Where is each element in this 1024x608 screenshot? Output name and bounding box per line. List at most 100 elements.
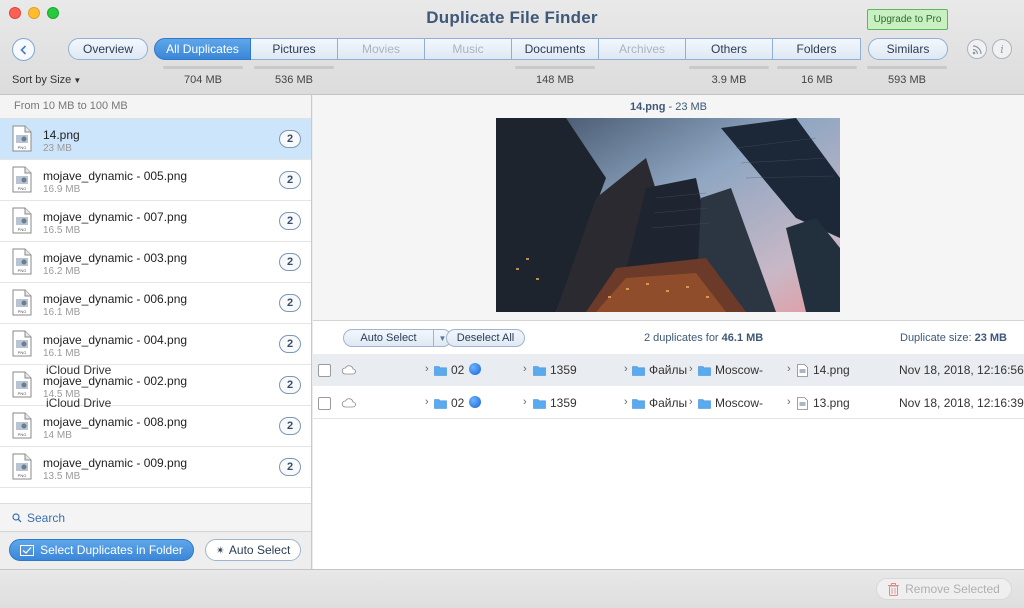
caret-down-icon: ▼ — [73, 76, 82, 85]
file-list-item[interactable]: PNG mojave_dynamic - 003.png 16.2 MB 2 — [0, 242, 311, 283]
png-file-icon: PNG — [12, 125, 32, 152]
size-label-folders: 16 MB — [801, 74, 833, 86]
file-name: mojave_dynamic - 003.png — [43, 251, 188, 265]
svg-text:PNG: PNG — [18, 186, 27, 191]
duplicate-file-list: PNG 14.png 23 MB 2 PNG mojave_dynamic - 005.p… — [0, 119, 311, 498]
svg-text:PNG: PNG — [18, 432, 27, 437]
file-name: mojave_dynamic - 008.png — [43, 415, 188, 429]
size-bar-others — [689, 66, 769, 69]
path-folder: 1359 — [550, 396, 577, 410]
tab-music[interactable]: Music — [425, 38, 512, 60]
size-bar-pictures — [254, 66, 334, 69]
back-button[interactable] — [12, 38, 35, 61]
modified-date: Nov 18, 2018, 12:16:39 — [899, 396, 1024, 410]
folder-icon — [533, 398, 546, 409]
duplicate-count-badge[interactable]: 2 — [279, 335, 301, 353]
rss-button[interactable] — [967, 39, 987, 59]
tab-others[interactable]: Others — [686, 38, 773, 60]
tab-similars[interactable]: Similars — [868, 38, 948, 60]
size-label-documents: 148 MB — [536, 74, 574, 86]
remove-selected-button[interactable]: Remove Selected — [876, 578, 1012, 600]
size-label-others: 3.9 MB — [711, 74, 747, 86]
tab-documents[interactable]: Documents — [512, 38, 599, 60]
sort-by-dropdown[interactable]: Sort by Size ▼ — [12, 74, 81, 86]
file-list-item[interactable]: PNG mojave_dynamic - 009.png 13.5 MB 2 — [0, 447, 311, 488]
file-size: 16.1 MB — [43, 307, 81, 318]
preview-image — [496, 118, 840, 312]
file-name: mojave_dynamic - 005.png — [43, 169, 188, 183]
auto-select-button-left[interactable]: ✴ Auto Select — [205, 539, 301, 561]
upgrade-button[interactable]: Upgrade to Pro — [867, 9, 948, 30]
path-separator-icon: › — [624, 396, 628, 408]
preview-area: 14.png - 23 MB — [313, 95, 1024, 321]
folder-icon — [698, 398, 711, 409]
tab-archives[interactable]: Archives — [599, 38, 686, 60]
path-separator-icon: › — [425, 363, 429, 375]
info-button[interactable]: i — [992, 39, 1012, 59]
png-file-icon: PNG — [12, 412, 32, 439]
duplicate-count-badge[interactable]: 2 — [279, 130, 301, 148]
detail-panel: 14.png - 23 MB Auto Select ▼ Deselect Al… — [46, 95, 1024, 569]
duplicate-count-badge[interactable]: 2 — [279, 171, 301, 189]
duplicate-count-badge[interactable]: 2 — [279, 294, 301, 312]
folder-select-icon — [20, 544, 35, 556]
file-list-item[interactable]: PNG mojave_dynamic - 008.png 14 MB 2 — [0, 406, 311, 447]
duplicate-actions-bar: Auto Select ▼ Deselect All 2 duplicates … — [313, 322, 1024, 354]
folder-icon — [533, 365, 546, 376]
modified-date: Nov 18, 2018, 12:16:56 — [899, 363, 1024, 377]
folder-icon — [632, 365, 645, 376]
file-list-item[interactable]: PNG mojave_dynamic - 007.png 16.5 MB 2 — [0, 201, 311, 242]
path-drive: iCloud Drive — [46, 363, 112, 377]
tab-overview[interactable]: Overview — [68, 38, 148, 60]
globe-badge-icon — [469, 363, 481, 375]
size-label-all-duplicates: 704 MB — [184, 74, 222, 86]
duplicate-size-label: Duplicate size: 23 MB — [900, 332, 1007, 344]
file-size: 16.2 MB — [43, 266, 81, 277]
file-list-item[interactable]: PNG 14.png 23 MB 2 — [0, 119, 311, 160]
tab-all-duplicates[interactable]: All Duplicates — [154, 38, 251, 60]
duplicate-count-badge[interactable]: 2 — [279, 376, 301, 394]
file-name: mojave_dynamic - 009.png — [43, 456, 188, 470]
duplicate-count-badge[interactable]: 2 — [279, 417, 301, 435]
tab-folders[interactable]: Folders — [773, 38, 861, 60]
path-separator-icon: › — [787, 396, 791, 408]
magic-wand-icon: ✴ — [215, 544, 225, 557]
size-bar-similars — [867, 66, 947, 69]
png-file-icon: PNG — [12, 371, 32, 398]
png-file-icon: PNG — [12, 330, 32, 357]
info-icon: i — [1000, 42, 1004, 56]
search-icon — [12, 512, 22, 522]
path-separator-icon: › — [787, 363, 791, 375]
select-duplicates-in-folder-button[interactable]: Select Duplicates in Folder — [9, 539, 194, 561]
path-file: 13.png — [813, 396, 850, 410]
path-folder: Moscow- — [715, 396, 764, 410]
tab-movies[interactable]: Movies — [338, 38, 425, 60]
file-name: mojave_dynamic - 006.png — [43, 292, 188, 306]
duplicate-checkbox[interactable] — [318, 364, 331, 377]
duplicate-checkbox[interactable] — [318, 397, 331, 410]
search-field[interactable]: Search — [0, 503, 311, 531]
svg-text:PNG: PNG — [18, 227, 27, 232]
file-list-panel: From 10 MB to 100 MB PNG 14.png 23 MB 2 PNG m… — [0, 95, 312, 569]
svg-text:PNG: PNG — [18, 268, 27, 273]
path-separator-icon: › — [689, 363, 693, 375]
auto-select-button[interactable]: Auto Select — [343, 329, 434, 347]
path-separator-icon: › — [624, 363, 628, 375]
file-list-item[interactable]: PNG mojave_dynamic - 006.png 16.1 MB 2 — [0, 283, 311, 324]
folder-icon — [632, 398, 645, 409]
tab-pictures[interactable]: Pictures — [251, 38, 338, 60]
size-range-label: From 10 MB to 100 MB — [0, 95, 311, 119]
deselect-all-button[interactable]: Deselect All — [446, 329, 525, 347]
file-list-item[interactable]: PNG mojave_dynamic - 004.png 16.1 MB 2 — [0, 324, 311, 365]
path-separator-icon: › — [689, 396, 693, 408]
svg-text:PNG: PNG — [18, 350, 27, 355]
duplicate-row[interactable]: iCloud Drive › 02 › 1359 › Файлы › Moscow- › 14.pn… — [46, 354, 1024, 386]
left-bottom-bar: Select Duplicates in Folder ✴ Auto Selec… — [0, 531, 311, 569]
duplicate-count-badge[interactable]: 2 — [279, 458, 301, 476]
duplicate-count-badge[interactable]: 2 — [279, 253, 301, 271]
file-list-item[interactable]: PNG mojave_dynamic - 005.png 16.9 MB 2 — [0, 160, 311, 201]
duplicate-count-badge[interactable]: 2 — [279, 212, 301, 230]
file-size: 16.1 MB — [43, 348, 81, 359]
duplicate-count-label: 2 duplicates for 46.1 MB — [644, 332, 764, 344]
duplicate-row[interactable]: iCloud Drive › 02 › 1359 › Файлы › Moscow- › 13.pn… — [46, 387, 1024, 419]
